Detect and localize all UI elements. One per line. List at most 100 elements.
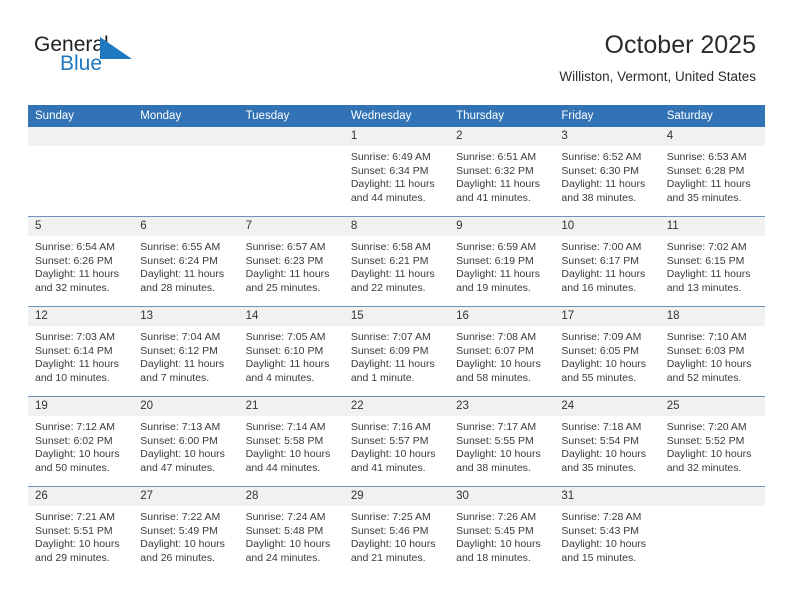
calendar-day-cell[interactable]: 12 Sunrise: 7:03 AM Sunset: 6:14 PM Dayligh… bbox=[28, 307, 134, 396]
day-details: Sunrise: 6:58 AM Sunset: 6:21 PM Daylight:… bbox=[344, 237, 449, 295]
day-number: 28 bbox=[238, 487, 344, 507]
daylight-text: Daylight: 10 hours and 24 minutes. bbox=[245, 538, 331, 564]
calendar-day-cell[interactable]: 8 Sunrise: 6:58 AM Sunset: 6:21 PM Daylight… bbox=[343, 217, 450, 306]
sunset-text: Sunset: 6:14 PM bbox=[35, 344, 113, 357]
day-details: Sunrise: 7:03 AM Sunset: 6:14 PM Daylight:… bbox=[28, 327, 133, 385]
sunset-text: Sunset: 6:23 PM bbox=[245, 254, 324, 267]
page-header: General Blue October 2025 Williston, Ver… bbox=[0, 0, 792, 100]
sunrise-text: Sunrise: 7:21 AM bbox=[35, 511, 115, 523]
daylight-text: Daylight: 11 hours and 22 minutes. bbox=[350, 268, 435, 294]
calendar-day-cell[interactable]: 22 Sunrise: 7:16 AM Sunset: 5:57 PM Dayligh… bbox=[343, 397, 450, 486]
calendar-day-cell[interactable]: 14 Sunrise: 7:05 AM Sunset: 6:10 PM Dayligh… bbox=[238, 307, 344, 396]
calendar-day-cell[interactable]: 2 Sunrise: 6:51 AM Sunset: 6:32 PM Daylight… bbox=[449, 127, 555, 216]
daylight-text: Daylight: 11 hours and 10 minutes. bbox=[35, 358, 119, 384]
day-details: Sunrise: 7:10 AM Sunset: 6:03 PM Daylight:… bbox=[660, 327, 765, 385]
calendar-day-cell[interactable]: 3 Sunrise: 6:52 AM Sunset: 6:30 PM Daylight… bbox=[554, 127, 660, 216]
day-number: 18 bbox=[659, 307, 765, 327]
sunset-text: Sunset: 5:48 PM bbox=[245, 524, 324, 537]
weekday-header-monday: Monday bbox=[133, 105, 239, 127]
day-number: 19 bbox=[28, 397, 134, 417]
calendar-day-cell[interactable]: 30 Sunrise: 7:26 AM Sunset: 5:45 PM Dayligh… bbox=[449, 487, 555, 576]
calendar-day-cell[interactable]: 4 Sunrise: 6:53 AM Sunset: 6:28 PM Daylight… bbox=[659, 127, 765, 216]
day-details: Sunrise: 7:12 AM Sunset: 6:02 PM Daylight:… bbox=[28, 417, 133, 475]
page-subtitle: Williston, Vermont, United States bbox=[559, 69, 756, 84]
sunrise-text: Sunrise: 7:16 AM bbox=[350, 421, 431, 433]
daylight-text: Daylight: 10 hours and 18 minutes. bbox=[456, 538, 541, 564]
day-details: Sunrise: 7:20 AM Sunset: 5:52 PM Daylight:… bbox=[660, 417, 765, 475]
day-number: 12 bbox=[28, 307, 134, 327]
weekday-header-sunday: Sunday bbox=[28, 105, 134, 127]
sunset-text: Sunset: 6:02 PM bbox=[35, 434, 113, 447]
calendar-day-cell[interactable]: 19 Sunrise: 7:12 AM Sunset: 6:02 PM Dayligh… bbox=[28, 397, 134, 486]
sunrise-text: Sunrise: 6:52 AM bbox=[561, 151, 642, 163]
day-details: Sunrise: 7:26 AM Sunset: 5:45 PM Daylight:… bbox=[449, 507, 554, 565]
day-number: 29 bbox=[343, 487, 450, 507]
calendar-day-cell[interactable]: 20 Sunrise: 7:13 AM Sunset: 6:00 PM Dayligh… bbox=[133, 397, 239, 486]
sunset-text: Sunset: 6:26 PM bbox=[35, 254, 113, 267]
calendar-header-row: Sunday Monday Tuesday Wednesday Thursday Frid… bbox=[28, 105, 765, 127]
day-number: 26 bbox=[28, 487, 134, 507]
calendar-week-row: 19 Sunrise: 7:12 AM Sunset: 6:02 PM Dayligh… bbox=[28, 396, 765, 487]
calendar-day-cell[interactable]: 10 Sunrise: 7:00 AM Sunset: 6:17 PM Dayligh… bbox=[554, 217, 660, 306]
day-details: Sunrise: 6:57 AM Sunset: 6:23 PM Daylight:… bbox=[239, 237, 344, 295]
sunrise-text: Sunrise: 6:57 AM bbox=[245, 241, 326, 253]
calendar-day-cell[interactable]: 28 Sunrise: 7:24 AM Sunset: 5:48 PM Dayligh… bbox=[238, 487, 344, 576]
sunrise-text: Sunrise: 6:55 AM bbox=[140, 241, 221, 253]
sunset-text: Sunset: 5:43 PM bbox=[561, 524, 640, 537]
calendar-day-cell[interactable]: 13 Sunrise: 7:04 AM Sunset: 6:12 PM Dayligh… bbox=[133, 307, 239, 396]
sunset-text: Sunset: 5:51 PM bbox=[35, 524, 113, 537]
page-title: October 2025 bbox=[604, 31, 757, 59]
day-details: Sunrise: 7:14 AM Sunset: 5:58 PM Daylight:… bbox=[239, 417, 344, 475]
daylight-text: Daylight: 11 hours and 28 minutes. bbox=[140, 268, 225, 294]
day-number: 4 bbox=[659, 127, 765, 147]
day-details: Sunrise: 7:05 AM Sunset: 6:10 PM Daylight:… bbox=[239, 327, 344, 385]
sunset-text: Sunset: 6:03 PM bbox=[666, 344, 745, 357]
sunset-text: Sunset: 6:21 PM bbox=[350, 254, 429, 267]
calendar-day-cell[interactable]: 18 Sunrise: 7:10 AM Sunset: 6:03 PM Dayligh… bbox=[659, 307, 765, 396]
calendar-day-cell[interactable]: 1 Sunrise: 6:49 AM Sunset: 6:34 PM Daylight… bbox=[343, 127, 450, 216]
daylight-text: Daylight: 10 hours and 52 minutes. bbox=[666, 358, 752, 384]
day-details: Sunrise: 7:24 AM Sunset: 5:48 PM Daylight:… bbox=[239, 507, 344, 565]
calendar-day-cell[interactable]: 11 Sunrise: 7:02 AM Sunset: 6:15 PM Dayligh… bbox=[659, 217, 765, 306]
calendar-day-cell[interactable]: 29 Sunrise: 7:25 AM Sunset: 5:46 PM Dayligh… bbox=[343, 487, 450, 576]
sunrise-text: Sunrise: 7:26 AM bbox=[456, 511, 537, 523]
calendar-day-cell[interactable]: 25 Sunrise: 7:20 AM Sunset: 5:52 PM Dayligh… bbox=[659, 397, 765, 486]
day-details: Sunrise: 6:59 AM Sunset: 6:19 PM Daylight:… bbox=[449, 237, 554, 295]
daylight-text: Daylight: 10 hours and 29 minutes. bbox=[35, 538, 120, 564]
calendar-day-cell[interactable]: 31 Sunrise: 7:28 AM Sunset: 5:43 PM Dayligh… bbox=[554, 487, 660, 576]
calendar-day-cell[interactable]: 26 Sunrise: 7:21 AM Sunset: 5:51 PM Dayligh… bbox=[28, 487, 134, 576]
calendar-day-cell-empty bbox=[28, 127, 134, 216]
calendar-day-cell[interactable]: 21 Sunrise: 7:14 AM Sunset: 5:58 PM Dayligh… bbox=[238, 397, 344, 486]
day-number: 20 bbox=[133, 397, 239, 417]
calendar-page: General Blue October 2025 Williston, Ver… bbox=[0, 0, 792, 612]
sunrise-text: Sunrise: 7:13 AM bbox=[140, 421, 221, 433]
day-details: Sunrise: 7:08 AM Sunset: 6:07 PM Daylight:… bbox=[449, 327, 554, 385]
calendar-day-cell[interactable]: 24 Sunrise: 7:18 AM Sunset: 5:54 PM Dayligh… bbox=[554, 397, 660, 486]
daylight-text: Daylight: 10 hours and 38 minutes. bbox=[456, 448, 541, 474]
calendar-day-cell[interactable]: 6 Sunrise: 6:55 AM Sunset: 6:24 PM Daylight… bbox=[133, 217, 239, 306]
calendar-day-cell[interactable]: 16 Sunrise: 7:08 AM Sunset: 6:07 PM Dayligh… bbox=[449, 307, 555, 396]
day-number: 22 bbox=[343, 397, 450, 417]
calendar-day-cell[interactable]: 23 Sunrise: 7:17 AM Sunset: 5:55 PM Dayligh… bbox=[449, 397, 555, 486]
day-number: 7 bbox=[238, 217, 344, 237]
sunrise-text: Sunrise: 6:58 AM bbox=[350, 241, 431, 253]
sunset-text: Sunset: 6:17 PM bbox=[561, 254, 640, 267]
sunrise-text: Sunrise: 6:51 AM bbox=[456, 151, 537, 163]
calendar-day-cell[interactable]: 5 Sunrise: 6:54 AM Sunset: 6:26 PM Daylight… bbox=[28, 217, 134, 306]
calendar-day-cell[interactable]: 27 Sunrise: 7:22 AM Sunset: 5:49 PM Dayligh… bbox=[133, 487, 239, 576]
daylight-text: Daylight: 11 hours and 13 minutes. bbox=[666, 268, 751, 294]
day-number bbox=[28, 127, 134, 147]
weekday-header-thursday: Thursday bbox=[449, 105, 555, 127]
sunset-text: Sunset: 6:10 PM bbox=[245, 344, 324, 357]
calendar-day-cell[interactable]: 15 Sunrise: 7:07 AM Sunset: 6:09 PM Dayligh… bbox=[343, 307, 450, 396]
calendar-day-cell[interactable]: 17 Sunrise: 7:09 AM Sunset: 6:05 PM Dayligh… bbox=[554, 307, 660, 396]
sunrise-text: Sunrise: 6:53 AM bbox=[666, 151, 747, 163]
sunset-text: Sunset: 6:34 PM bbox=[350, 164, 429, 177]
calendar-day-cell[interactable]: 7 Sunrise: 6:57 AM Sunset: 6:23 PM Daylight… bbox=[238, 217, 344, 306]
calendar-day-cell[interactable]: 9 Sunrise: 6:59 AM Sunset: 6:19 PM Daylight… bbox=[449, 217, 555, 306]
weekday-header-wednesday: Wednesday bbox=[343, 105, 450, 127]
sunset-text: Sunset: 5:45 PM bbox=[456, 524, 534, 537]
day-number: 2 bbox=[449, 127, 555, 147]
calendar-day-cell-empty bbox=[659, 487, 765, 576]
day-number: 1 bbox=[343, 127, 450, 147]
